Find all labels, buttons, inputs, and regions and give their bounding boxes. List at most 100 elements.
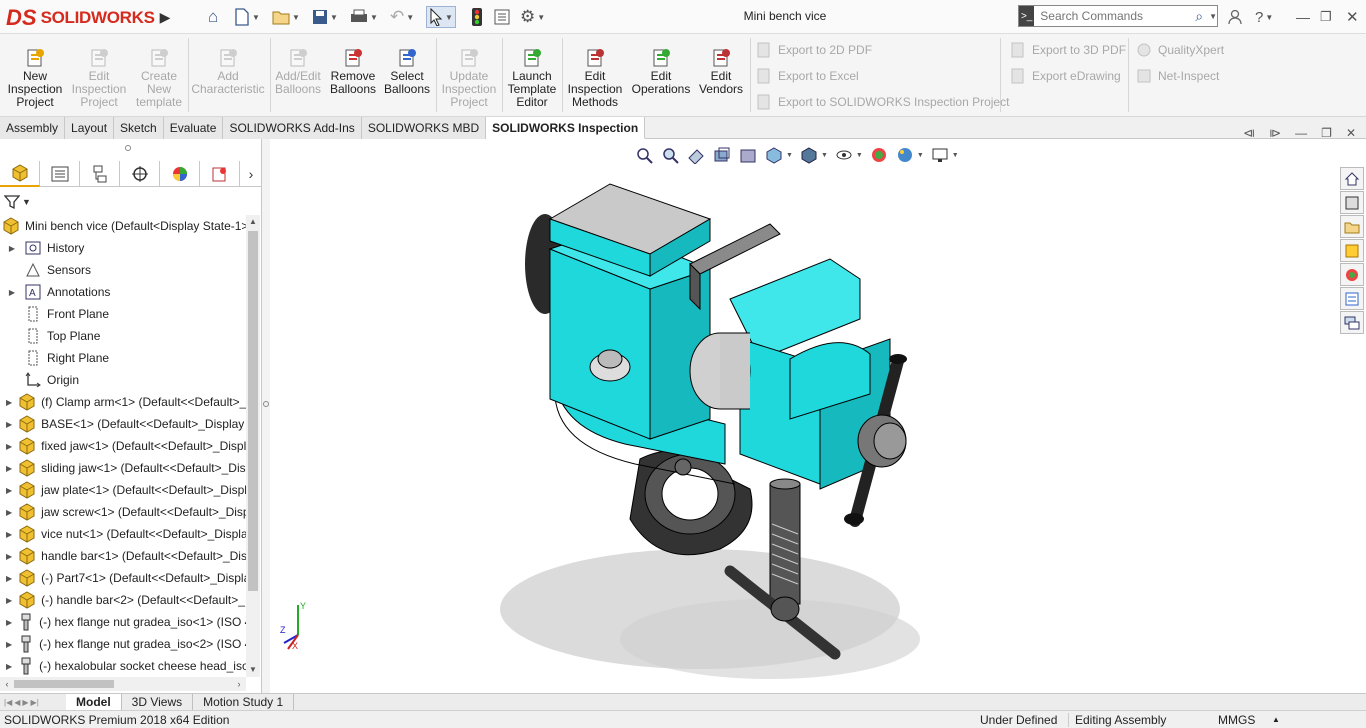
view-palette-icon[interactable] [1340,239,1364,262]
prev-tab-icon[interactable]: ◀ [14,698,20,707]
export-inspection-project-button[interactable]: Export to SOLIDWORKS Inspection Project [756,93,1009,111]
configuration-manager-tab-icon[interactable] [80,161,120,187]
edit-appearance-icon[interactable] [869,145,889,165]
dimxpert-manager-tab-icon[interactable] [120,161,160,187]
scroll-right-icon[interactable]: › [232,677,246,691]
custom-properties-icon[interactable] [1340,287,1364,310]
search-icon[interactable]: ⌕ [1195,8,1209,25]
ribbon-button-select-balloons[interactable]: Select Balloons [382,48,432,114]
tree-item[interactable]: Origin [0,369,246,391]
tree-item[interactable]: ▶ jaw plate<1> (Default<<Default>_Display… [0,479,246,501]
previous-view-icon[interactable] [686,145,706,165]
window-close-icon[interactable]: ✕ [1346,7,1359,27]
help-icon[interactable]: ? ▼ [1255,7,1273,27]
forum-icon[interactable] [1340,311,1364,334]
ribbon-button-create-template[interactable]: Create New template [132,48,186,114]
expand-arrow-icon[interactable]: ▶ [6,398,12,407]
hide-show-items-icon[interactable] [834,145,854,165]
tree-item[interactable]: ▶ jaw screw<1> (Default<<Default>_Display… [0,501,246,523]
panel-grip[interactable] [125,145,131,151]
tree-item[interactable]: ▶ BASE<1> (Default<<Default>_Display Stat… [0,413,246,435]
qualityxpert-button[interactable]: QualityXpert [1136,41,1224,59]
file-properties-icon[interactable] [494,6,510,28]
expand-arrow-icon[interactable]: ▶ [6,420,12,429]
ribbon-button-edit-inspection-project[interactable]: Edit Inspection Project [70,48,128,114]
view-orientation-icon[interactable] [764,145,784,165]
new-document-icon[interactable]: ▼ [234,6,260,28]
ribbon-button-add-balloons[interactable]: Add/Edit Balloons [272,48,324,114]
expand-arrow-icon[interactable]: ▶ [6,508,12,517]
open-document-icon[interactable]: ▼ [272,6,300,28]
tree-item[interactable]: Right Plane [0,347,246,369]
zoom-to-area-icon[interactable] [660,145,680,165]
expand-arrow-icon[interactable]: ▶ [6,530,12,539]
inspection-tab-icon[interactable] [200,161,240,187]
tree-item[interactable]: ▶ (-) hexalobular socket cheese head_iso [0,655,246,677]
tree-item[interactable]: ▶ (-) hex flange nut gradea_iso<1> (ISO 4… [0,611,246,633]
next-tab-icon[interactable]: ▶ [22,698,28,707]
tree-item[interactable]: ▶ History [0,237,246,259]
solidworks-resources-icon[interactable] [1340,167,1364,190]
solidworks-logo[interactable]: DS SOLIDWORKS [6,5,156,31]
expand-arrow-icon[interactable]: ▶ [6,486,12,495]
tab-sketch[interactable]: Sketch [114,117,164,139]
tab-evaluate[interactable]: Evaluate [163,117,224,139]
save-icon[interactable]: ▼ [312,6,338,28]
expand-arrow-icon[interactable]: ▶ [6,618,12,627]
display-style-icon[interactable] [799,145,819,165]
bottom-tab-3d-views[interactable]: 3D Views [122,694,194,710]
tab-layout[interactable]: Layout [65,117,115,139]
dynamic-annotation-icon[interactable] [738,145,758,165]
tree-item[interactable]: ▶ (-) Part7<1> (Default<<Default>_Display… [0,567,246,589]
tab-solidworks-mbd[interactable]: SOLIDWORKS MBD [361,117,487,139]
expand-arrow-icon[interactable]: ▶ [6,574,12,583]
tree-item[interactable]: ▶ (f) Clamp arm<1> (Default<<Default>_Dis… [0,391,246,413]
expand-arrow-icon[interactable]: ▶ [6,244,18,253]
collapse-left-icon[interactable]: ⧏ [1243,126,1255,142]
first-tab-icon[interactable]: |◀ [4,698,12,707]
apply-scene-icon[interactable] [895,145,915,165]
export-edrawing-button[interactable]: Export eDrawing [1010,67,1121,85]
more-tabs-chevron-icon[interactable]: › [240,161,262,187]
display-manager-tab-icon[interactable] [160,161,200,187]
tree-item[interactable]: ▶ (-) handle bar<2> (Default<<Default>_Di… [0,589,246,611]
expand-arrow-icon[interactable]: ▶ [6,464,12,473]
status-units[interactable]: MMGS [1218,713,1255,727]
viewport-restore-icon[interactable]: ❐ [1321,126,1332,142]
tree-item[interactable]: ▶ fixed jaw<1> (Default<<Default>_Display… [0,435,246,457]
export-excel-button[interactable]: Export to Excel [756,67,859,85]
section-view-icon[interactable] [712,145,732,165]
splitter-grip[interactable] [263,401,269,407]
expand-arrow-icon[interactable]: ▶ [6,596,12,605]
home-icon[interactable]: ⌂ [208,6,218,28]
window-minimize-icon[interactable]: — [1296,7,1310,27]
tab-solidworks-add-ins[interactable]: SOLIDWORKS Add-Ins [223,117,362,139]
tab-navigation[interactable]: |◀ ◀ ▶ ▶| [0,694,66,710]
print-icon[interactable]: ▼ [350,6,378,28]
ribbon-button-update-project[interactable]: Update Inspection Project [440,48,498,114]
select-pointer-icon[interactable]: ▼ [426,6,456,28]
zoom-to-fit-icon[interactable] [634,145,654,165]
tree-item[interactable]: ▶ A Annotations [0,281,246,303]
tree-horizontal-scrollbar[interactable]: ‹ › [0,677,246,691]
expand-arrow-icon[interactable]: ▶ [6,288,18,297]
collapse-right-icon[interactable]: ⧐ [1269,126,1281,142]
tree-filter[interactable]: ▼ [4,191,34,213]
command-prompt-icon[interactable]: >_ [1019,6,1035,26]
property-manager-tab-icon[interactable] [40,161,80,187]
feature-tree-tab-icon[interactable] [0,161,40,187]
appearances-scenes-icon[interactable] [1340,263,1364,286]
viewport-close-icon[interactable]: ✕ [1346,126,1356,142]
units-dropdown-icon[interactable]: ▲ [1272,715,1280,724]
window-restore-icon[interactable]: ❐ [1320,7,1332,27]
graphics-area[interactable]: Y Z X [270,139,1340,693]
scroll-down-icon[interactable]: ▼ [246,663,260,677]
export-2d-pdf-button[interactable]: Export to 2D PDF [756,41,872,59]
tree-item[interactable]: Front Plane [0,303,246,325]
expand-arrow-icon[interactable]: ▶ [6,552,12,561]
bottom-tab-model[interactable]: Model [66,694,122,710]
tree-item[interactable]: Top Plane [0,325,246,347]
rebuild-traffic-light-icon[interactable] [472,6,482,28]
tree-item[interactable]: ▶ (-) hex flange nut gradea_iso<2> (ISO 4… [0,633,246,655]
search-dropdown-icon[interactable]: ▼ [1209,12,1217,21]
